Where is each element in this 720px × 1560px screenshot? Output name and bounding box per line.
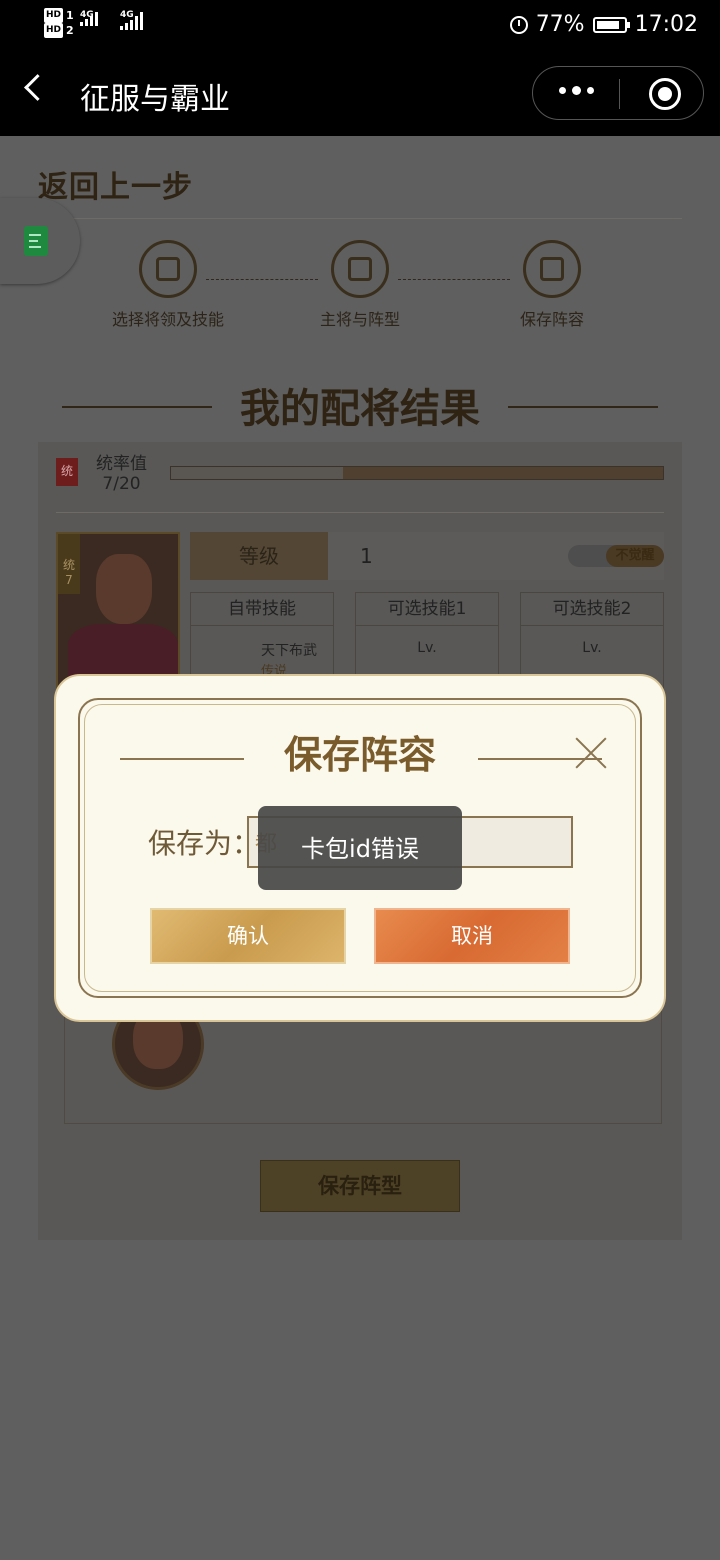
capsule-divider <box>619 79 620 109</box>
clock: 17:02 <box>634 12 698 37</box>
skill-header: 可选技能2 <box>521 593 663 626</box>
level-value[interactable]: 1 <box>360 544 373 568</box>
step-label: 选择将领及技能 <box>111 310 224 329</box>
step-main-formation[interactable]: 主将与阵型 <box>300 240 420 330</box>
document-icon <box>24 226 48 256</box>
command-label: 统率值 <box>96 454 147 474</box>
nav-title: 征服与霸业 <box>80 82 230 117</box>
command-progress-remaining <box>343 467 663 479</box>
skill-level: Lv. <box>582 640 602 656</box>
step-select-general[interactable]: 选择将领及技能 <box>110 240 226 330</box>
command-value: 7/20 <box>102 474 141 494</box>
floating-doc-button[interactable] <box>0 198 80 284</box>
command-progress-fill <box>171 467 344 479</box>
save-formation-button[interactable]: 保存阵型 <box>260 1160 460 1212</box>
command-badge: 统 <box>56 458 78 486</box>
sim-1-label: 1 <box>66 9 74 22</box>
skill-header: 可选技能1 <box>356 593 498 626</box>
error-toast: 卡包id错误 <box>258 806 462 890</box>
alarm-icon <box>509 15 528 34</box>
level-label: 等级 <box>190 532 328 580</box>
general-portrait[interactable]: 统 7 ★★★★★ <box>56 532 180 692</box>
hd-badge-1: HD <box>44 8 64 23</box>
result-title: 我的配将结果 <box>240 385 480 432</box>
miniprogram-capsule <box>532 66 704 120</box>
general-tag: 统 7 <box>58 534 80 594</box>
command-label-group: 统率值 7/20 <box>96 454 147 494</box>
general-tag-char: 统 <box>62 558 75 572</box>
general-face <box>96 554 152 624</box>
back-icon[interactable] <box>24 74 51 101</box>
battery-icon <box>592 16 630 33</box>
close-icon[interactable] <box>574 736 608 770</box>
skill-level: Lv. <box>417 640 437 656</box>
step-label: 主将与阵型 <box>319 310 400 329</box>
awaken-toggle[interactable]: 不觉醒 <box>568 545 664 567</box>
step-save-lineup[interactable]: 保存阵容 <box>494 240 610 330</box>
back-step-link[interactable]: 返回上一步 <box>38 162 193 206</box>
step-label: 保存阵容 <box>519 310 584 329</box>
signal-icon-2: 4G <box>120 10 143 30</box>
sim-2-label: 2 <box>66 24 74 37</box>
close-miniprogram-icon[interactable] <box>649 78 681 110</box>
helmet-icon <box>139 240 197 298</box>
navigation-bar: 征服与霸业 <box>0 52 720 136</box>
battery-percent: 77% <box>535 12 585 37</box>
save-as-label: 保存为： <box>148 827 261 860</box>
skill-header: 自带技能 <box>191 593 333 626</box>
skill-name: 天下布武 <box>261 643 317 659</box>
status-bar: HD 1 HD 2 4G 4G 77% 17:02 <box>0 0 720 52</box>
formation-icon <box>331 240 389 298</box>
hd-badge-2: HD <box>44 23 64 38</box>
divider <box>56 512 664 513</box>
command-progress-bar <box>170 466 664 480</box>
more-icon[interactable] <box>559 86 594 95</box>
title-ornament-right <box>508 406 658 408</box>
network-indicators: HD 1 HD 2 <box>44 8 74 38</box>
awaken-toggle-label: 不觉醒 <box>606 545 664 567</box>
network-type-1: 4G <box>80 10 94 20</box>
save-icon <box>523 240 581 298</box>
signal-icon-1: 4G <box>80 10 98 26</box>
confirm-button[interactable]: 确认 <box>150 908 346 964</box>
divider <box>38 218 682 219</box>
cancel-button[interactable]: 取消 <box>374 908 570 964</box>
network-type-2: 4G <box>120 10 134 20</box>
general-tag-num: 7 <box>65 573 73 587</box>
